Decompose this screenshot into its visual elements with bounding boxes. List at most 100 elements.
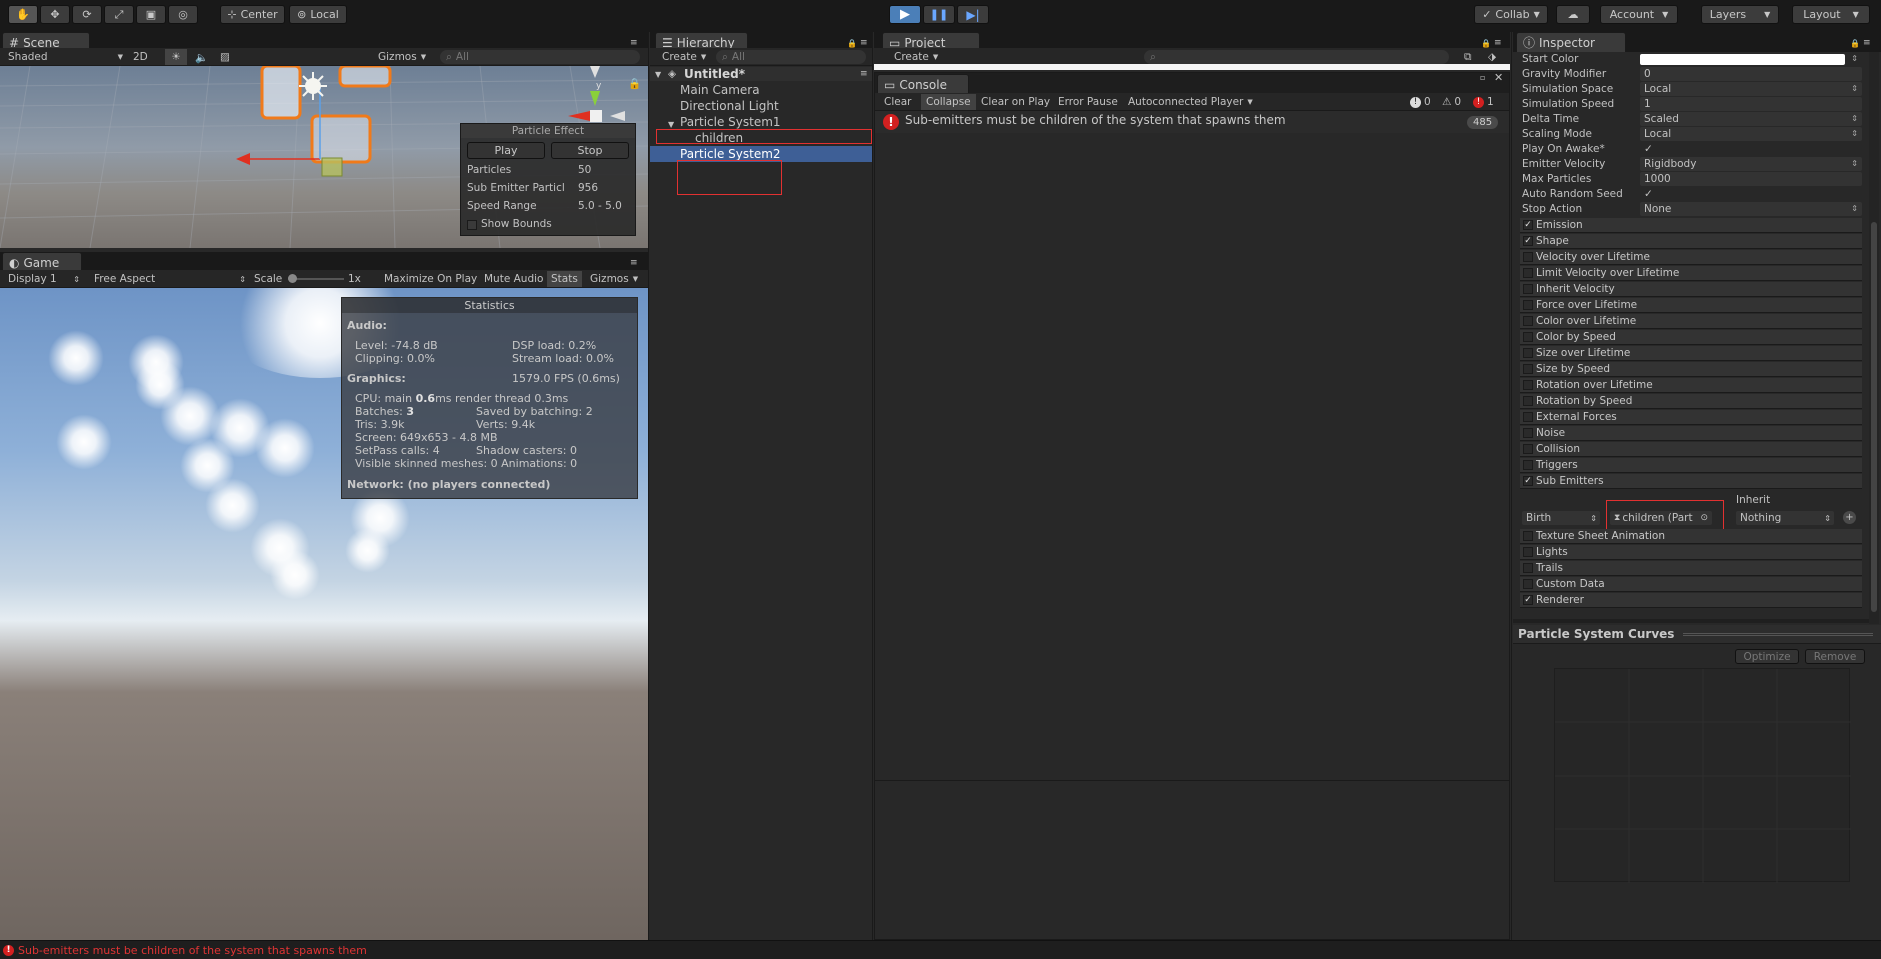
property-value[interactable]: [1640, 54, 1845, 65]
scene-viewport[interactable]: y 🔒 Particle Effect Play Stop Particles …: [0, 66, 648, 248]
sub-emitter-type-dropdown[interactable]: Birth ⇕: [1522, 511, 1600, 525]
module-checkbox[interactable]: ✓: [1523, 236, 1533, 246]
console-error-pause-button[interactable]: Error Pause: [1058, 95, 1118, 109]
module-header[interactable]: Collision: [1520, 442, 1862, 457]
module-header[interactable]: Size by Speed: [1520, 362, 1862, 377]
panel-divider[interactable]: [872, 32, 873, 940]
module-checkbox[interactable]: [1523, 531, 1533, 541]
lock-icon[interactable]: 🔒: [628, 76, 641, 90]
module-header[interactable]: Velocity over Lifetime: [1520, 250, 1862, 265]
step-button[interactable]: ▶|: [957, 5, 989, 24]
property-value[interactable]: 1000: [1640, 172, 1862, 186]
particle-play-button[interactable]: Play: [467, 142, 545, 159]
hierarchy-item-directional-light[interactable]: Directional Light: [680, 99, 779, 113]
project-search-input[interactable]: ⌕: [1144, 50, 1449, 64]
module-header[interactable]: External Forces: [1520, 410, 1862, 425]
module-header[interactable]: Limit Velocity over Lifetime: [1520, 266, 1862, 281]
module-header[interactable]: ✓ Emission: [1520, 218, 1862, 233]
tab-game[interactable]: ◐ Game: [2, 252, 82, 272]
module-checkbox[interactable]: [1523, 380, 1533, 390]
property-row[interactable]: Simulation Speed 1: [1520, 97, 1862, 112]
play-button[interactable]: ▶: [889, 5, 921, 24]
module-checkbox[interactable]: [1523, 563, 1533, 573]
module-checkbox[interactable]: [1523, 252, 1533, 262]
filter-label-icon[interactable]: ⬗: [1488, 50, 1496, 64]
hierarchy-create-dropdown[interactable]: Create ▼: [662, 50, 706, 64]
aspect-dropdown[interactable]: Free Aspect ⇕: [94, 272, 246, 286]
property-row[interactable]: Delta Time Scaled ⇕: [1520, 112, 1862, 127]
module-checkbox[interactable]: [1523, 428, 1533, 438]
lighting-toggle[interactable]: ☀: [165, 49, 187, 65]
inspector-scrollbar[interactable]: [1869, 52, 1879, 624]
property-row[interactable]: Simulation Space Local ⇕: [1520, 82, 1862, 97]
rotate-tool-button[interactable]: ⟳: [72, 5, 102, 24]
close-icon[interactable]: ✕: [1494, 70, 1503, 84]
layers-dropdown[interactable]: Layers ▼: [1701, 5, 1779, 24]
property-row[interactable]: Max Particles 1000: [1520, 172, 1862, 187]
module-checkbox[interactable]: [1523, 444, 1533, 454]
console-entry[interactable]: ! Sub-emitters must be children of the s…: [875, 111, 1509, 133]
property-value[interactable]: 1: [1640, 97, 1862, 111]
drag-handle[interactable]: [1683, 633, 1873, 636]
module-header[interactable]: Rotation by Speed: [1520, 394, 1862, 409]
module-header[interactable]: Texture Sheet Animation: [1520, 529, 1862, 544]
console-player-dropdown[interactable]: Autoconnected Player ▼: [1128, 95, 1253, 109]
account-dropdown[interactable]: Account ▼: [1600, 5, 1678, 24]
lock-icon[interactable]: 🔒: [1850, 36, 1860, 50]
module-header[interactable]: ✓ Sub Emitters: [1520, 474, 1862, 489]
property-row[interactable]: Emitter Velocity Rigidbody ⇕: [1520, 157, 1862, 172]
pause-button[interactable]: ❚❚: [923, 5, 955, 24]
property-value[interactable]: ✓: [1640, 142, 1862, 156]
property-value[interactable]: Local: [1640, 82, 1862, 96]
module-header[interactable]: Color over Lifetime: [1520, 314, 1862, 329]
module-checkbox[interactable]: [1523, 579, 1533, 589]
module-header[interactable]: Force over Lifetime: [1520, 298, 1862, 313]
panel-divider[interactable]: [1511, 32, 1512, 940]
pivot-center-button[interactable]: ⊹ Center: [220, 5, 285, 24]
property-value[interactable]: Rigidbody: [1640, 157, 1862, 171]
status-bar[interactable]: ! Sub-emitters must be children of the s…: [0, 940, 1881, 959]
project-create-dropdown[interactable]: Create ▼: [894, 50, 938, 64]
module-checkbox[interactable]: [1523, 268, 1533, 278]
audio-toggle[interactable]: 🔈: [195, 50, 208, 64]
module-checkbox[interactable]: [1523, 364, 1533, 374]
module-header[interactable]: Trails: [1520, 561, 1862, 576]
scene-search-input[interactable]: ⌕ All: [440, 50, 640, 64]
maximize-on-play-toggle[interactable]: Maximize On Play: [384, 272, 477, 286]
console-warning-filter[interactable]: ⚠ 0: [1442, 95, 1461, 109]
remove-button[interactable]: Remove: [1805, 649, 1865, 664]
panel-menu-icon[interactable]: ≡: [1863, 36, 1871, 50]
2d-toggle[interactable]: 2D: [133, 50, 148, 64]
console-detail-divider[interactable]: [875, 780, 1509, 781]
scene-gizmos-dropdown[interactable]: Gizmos ▼: [378, 50, 426, 64]
scrollbar-thumb[interactable]: [1871, 222, 1877, 612]
hand-tool-button[interactable]: ✋: [8, 5, 38, 24]
scene-menu-icon[interactable]: ≡: [860, 67, 868, 81]
module-header[interactable]: ✓ Renderer: [1520, 593, 1862, 608]
particle-stop-button[interactable]: Stop: [551, 142, 629, 159]
module-checkbox[interactable]: [1523, 284, 1533, 294]
property-row[interactable]: Play On Awake* ✓: [1520, 142, 1862, 157]
module-checkbox[interactable]: [1523, 412, 1533, 422]
module-header[interactable]: Triggers: [1520, 458, 1862, 473]
game-gizmos-dropdown[interactable]: Gizmos ▼: [590, 272, 638, 286]
display-dropdown[interactable]: Display 1 ⇕: [8, 272, 80, 286]
tab-inspector[interactable]: ⓘ Inspector: [1516, 32, 1626, 52]
module-header[interactable]: Rotation over Lifetime: [1520, 378, 1862, 393]
move-tool-button[interactable]: ✥: [40, 5, 70, 24]
module-checkbox[interactable]: [1523, 547, 1533, 557]
property-row[interactable]: Start Color ⇕: [1520, 52, 1862, 67]
rect-tool-button[interactable]: ▣: [136, 5, 166, 24]
property-value[interactable]: 0: [1640, 67, 1862, 81]
curve-editor[interactable]: [1554, 668, 1851, 883]
property-value[interactable]: None: [1640, 202, 1862, 216]
panel-divider[interactable]: [648, 32, 649, 940]
panel-menu-icon[interactable]: ≡: [630, 256, 638, 270]
hierarchy-search-input[interactable]: ⌕ All: [716, 50, 866, 64]
scale-slider-handle[interactable]: [288, 274, 297, 283]
optimize-button[interactable]: Optimize: [1735, 649, 1799, 664]
scale-tool-button[interactable]: ⤢: [104, 5, 134, 24]
pivot-local-button[interactable]: ⊚ Local: [289, 5, 347, 24]
hierarchy-item-main-camera[interactable]: Main Camera: [680, 83, 760, 97]
cloud-button[interactable]: ☁: [1556, 5, 1590, 24]
